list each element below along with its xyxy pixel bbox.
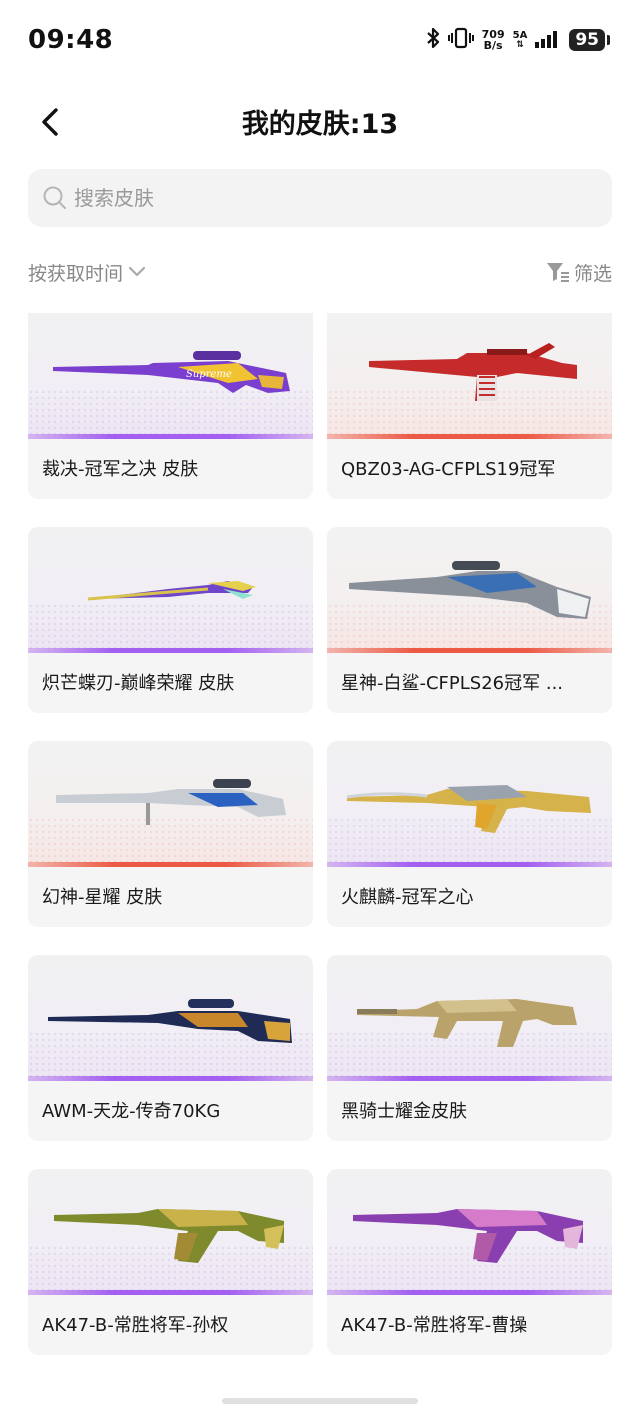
network-speed: 709 B/s	[482, 29, 505, 51]
status-icons: 709 B/s 5A ⇅ 95	[426, 27, 610, 53]
skin-name: 火麒麟-冠军之心	[341, 887, 474, 908]
m4-rifle-icon	[357, 999, 577, 1047]
sort-label: 按获取时间	[28, 262, 124, 285]
skin-card[interactable]: 星神-白鲨-CFPLS26冠军 ...	[327, 527, 612, 713]
skin-image	[327, 1169, 612, 1295]
butterfly-knife-icon	[87, 581, 256, 601]
skin-image	[28, 741, 313, 867]
battery-level: 95	[569, 29, 605, 51]
sniper-rifle-icon	[56, 779, 286, 825]
filter-row: 按获取时间 筛选	[28, 252, 612, 292]
search-bar[interactable]	[28, 169, 612, 227]
skin-name: 黑骑士耀金皮肤	[341, 1101, 467, 1122]
skin-card[interactable]: AK47-B-常胜将军-孙权	[28, 1169, 313, 1355]
filter-button[interactable]: 筛选	[546, 259, 612, 286]
ak-rifle-icon	[346, 785, 591, 833]
status-time: 09:48	[28, 25, 114, 55]
assault-rifle-icon	[369, 343, 577, 401]
skin-card[interactable]: AWM-天龙-传奇70KG	[28, 955, 313, 1141]
signal-bars-icon	[535, 28, 561, 52]
search-input[interactable]	[74, 186, 554, 210]
header: 我的皮肤:13	[0, 90, 640, 150]
vibrate-icon	[447, 27, 474, 53]
skin-card[interactable]: 幻神-星耀 皮肤	[28, 741, 313, 927]
filter-label: 筛选	[573, 262, 612, 285]
awm-sniper-icon	[48, 999, 292, 1043]
skin-card[interactable]: 炽芒蝶刃-巅峰荣耀 皮肤	[28, 527, 313, 713]
cellular-signal: 5A ⇅	[513, 30, 528, 50]
skin-card[interactable]: Supreme 裁决-冠军之决 皮肤	[28, 313, 313, 499]
skin-name: 星神-白鲨-CFPLS26冠军 ...	[341, 673, 564, 694]
status-bar: 09:48 709 B/s 5A ⇅ 95	[0, 0, 640, 80]
data-arrows-icon: ⇅	[516, 40, 524, 50]
skin-card[interactable]: AK47-B-常胜将军-曹操	[327, 1169, 612, 1355]
skin-name: 裁决-冠军之决 皮肤	[42, 459, 199, 480]
skin-name: AK47-B-常胜将军-孙权	[42, 1315, 229, 1336]
ak47-icon	[54, 1209, 284, 1263]
battery-tip	[607, 35, 610, 45]
skin-name: 幻神-星耀 皮肤	[42, 887, 163, 908]
skin-image	[28, 955, 313, 1081]
skin-name: AK47-B-常胜将军-曹操	[341, 1315, 528, 1336]
sniper-rifle-icon: Supreme	[53, 351, 290, 393]
skin-name: QBZ03-AG-CFPLS19冠军	[341, 459, 556, 480]
skin-grid: Supreme 裁决-冠军之决 皮肤 QBZ03-AG-CFPLS19冠军 炽芒…	[28, 313, 612, 1355]
sniper-rifle-icon	[349, 561, 591, 619]
network-speed-unit: B/s	[483, 39, 503, 52]
page-title: 我的皮肤:13	[241, 109, 399, 140]
sort-dropdown[interactable]: 按获取时间	[28, 259, 147, 286]
skin-name: 炽芒蝶刃-巅峰荣耀 皮肤	[42, 673, 235, 694]
skin-image	[327, 741, 612, 867]
skin-image	[327, 527, 612, 653]
svg-text:Supreme: Supreme	[186, 369, 232, 380]
skin-image	[327, 955, 612, 1081]
ak47-icon	[353, 1209, 583, 1263]
skin-image: Supreme	[28, 313, 313, 439]
home-indicator[interactable]	[222, 1398, 418, 1404]
bluetooth-icon	[426, 27, 440, 53]
skin-image	[327, 313, 612, 439]
skin-card[interactable]: 火麒麟-冠军之心	[327, 741, 612, 927]
chevron-down-icon	[128, 266, 146, 277]
search-icon	[43, 186, 66, 209]
filter-icon	[546, 263, 569, 282]
skin-image	[28, 527, 313, 653]
skin-name: AWM-天龙-传奇70KG	[42, 1101, 221, 1122]
skin-card[interactable]: 黑骑士耀金皮肤	[327, 955, 612, 1141]
skin-card[interactable]: QBZ03-AG-CFPLS19冠军	[327, 313, 612, 499]
skin-image	[28, 1169, 313, 1295]
